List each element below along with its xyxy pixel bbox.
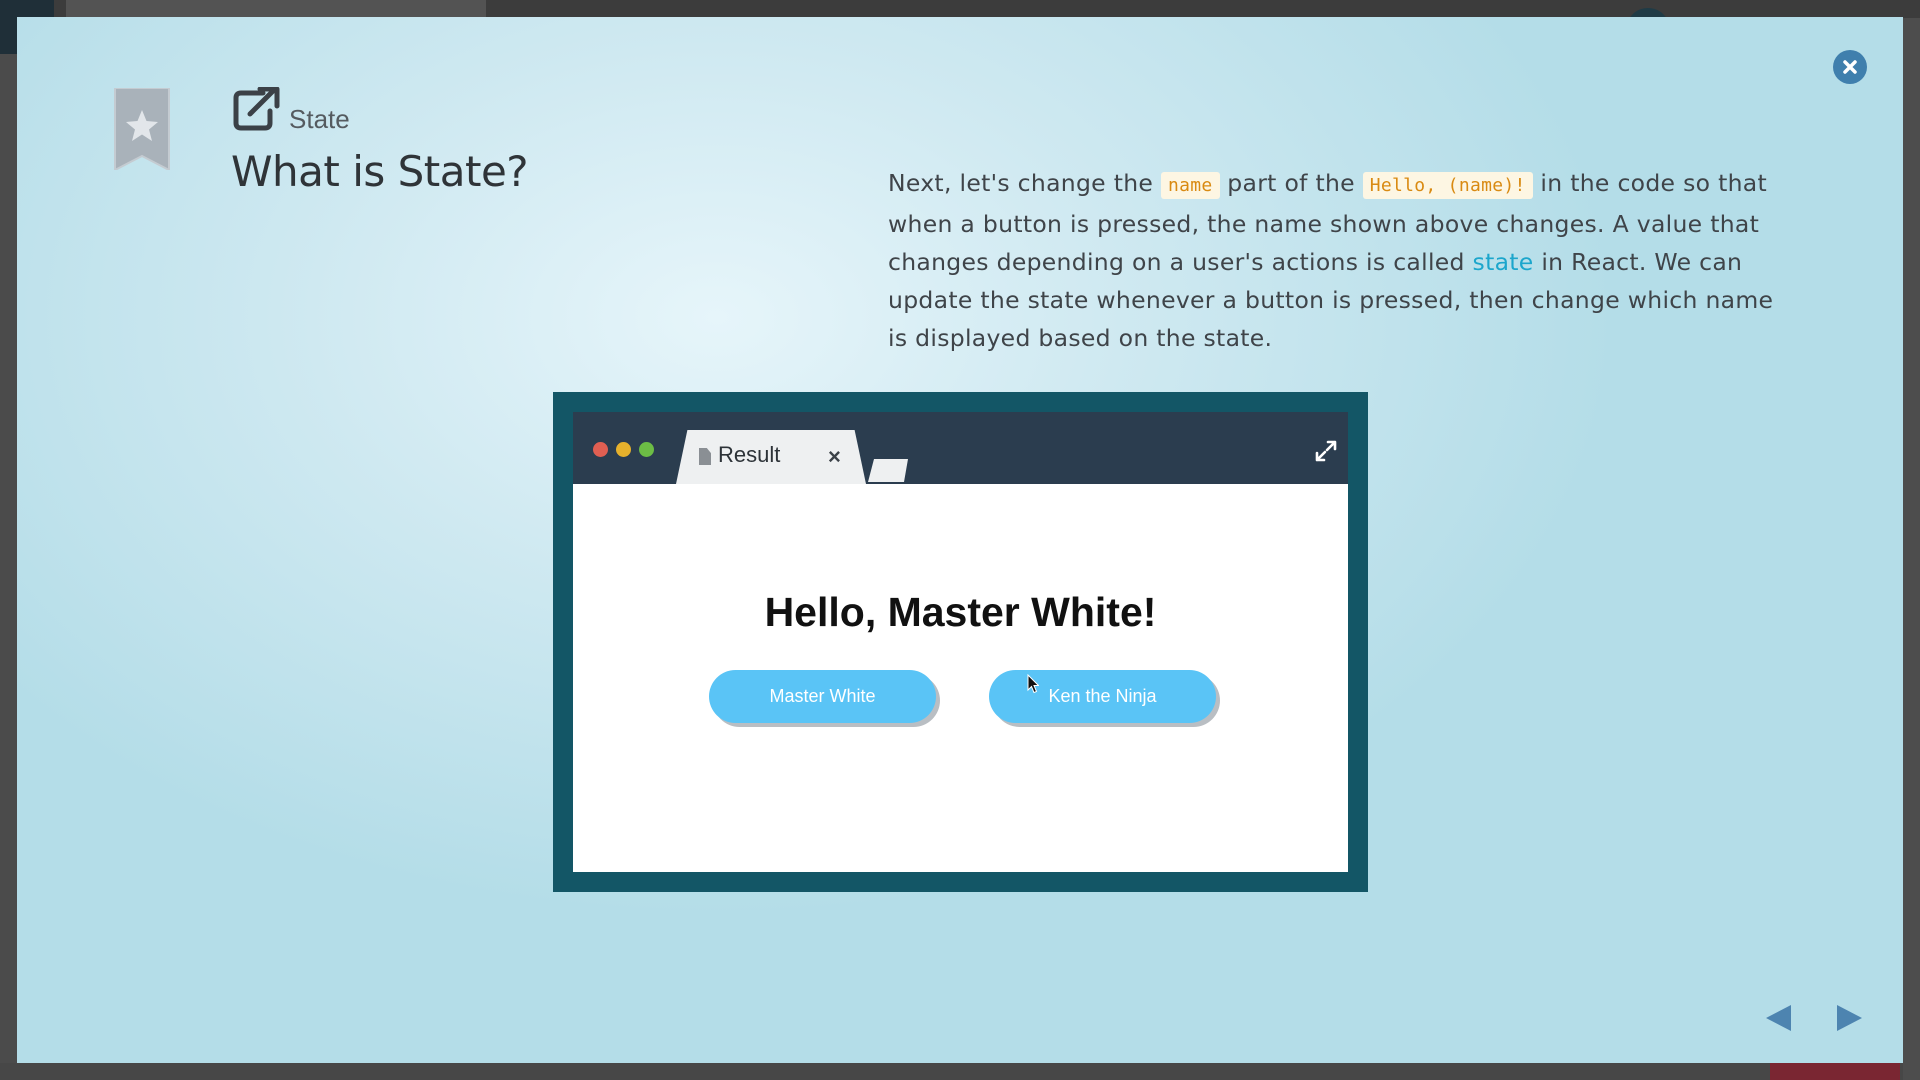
slide-modal: State What is State? Next, let's change … [17, 17, 1903, 1063]
result-viewport: Hello, Master White! Master White Ken th… [573, 484, 1348, 872]
close-icon [1843, 60, 1857, 74]
background-search-bar [66, 0, 486, 18]
bookmark-star-icon[interactable] [113, 88, 171, 170]
window-minimize-dot [616, 442, 631, 457]
ken-the-ninja-button[interactable]: Ken the Ninja [989, 670, 1216, 723]
external-link-icon[interactable] [233, 87, 281, 131]
horizontal-scrollbar[interactable] [0, 1063, 1903, 1080]
description-paragraph: Next, let's change the name part of the … [888, 164, 1788, 357]
tab-close-button[interactable]: × [828, 444, 841, 470]
new-tab-button[interactable] [868, 459, 908, 482]
state-glossary-link[interactable]: state [1473, 248, 1534, 276]
description-text: Next, let's change the [888, 169, 1161, 197]
window-close-dot [593, 442, 608, 457]
window-maximize-dot [639, 442, 654, 457]
document-icon [699, 448, 711, 465]
inline-code-name: name [1160, 172, 1220, 199]
triangle-left-icon[interactable] [1763, 1002, 1795, 1034]
section-link-label[interactable]: State [289, 104, 350, 135]
expand-icon[interactable] [1315, 440, 1337, 462]
inline-code-hello: Hello, (name)! [1362, 172, 1533, 199]
mouse-cursor-icon [1027, 674, 1039, 694]
browser-toolbar: Result × [573, 412, 1348, 484]
tab-result-label: Result [718, 442, 781, 467]
tab-result[interactable]: Result × [676, 430, 866, 484]
vertical-scrollbar[interactable] [1903, 18, 1920, 1080]
close-modal-button[interactable] [1833, 50, 1867, 84]
result-preview-frame: Result × Hello, Master White! Master Whi… [553, 392, 1368, 892]
greeting-heading: Hello, Master White! [764, 589, 1157, 635]
master-white-button[interactable]: Master White [709, 670, 936, 723]
triangle-right-icon[interactable] [1833, 1002, 1865, 1034]
description-text: part of the [1219, 169, 1363, 197]
page-title: What is State? [231, 147, 529, 196]
